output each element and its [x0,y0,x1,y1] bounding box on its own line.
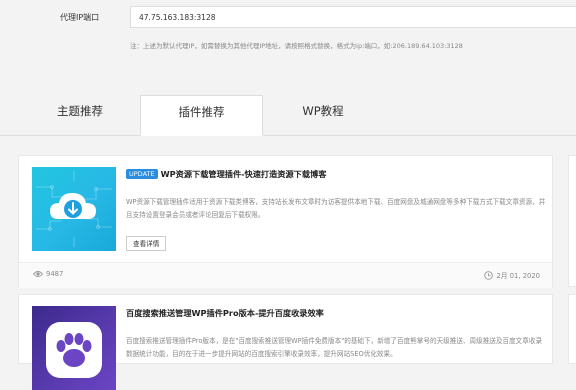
eye-icon [33,271,43,277]
card-description: 百度搜索推送管理插件Pro版本，是在"百度搜索推送管理WP插件免费版本"的基础下… [126,337,543,358]
plugin-card: UPDATE WP资源下载管理插件-快速打造资源下载博客 WP资源下载管理插件适用… [18,155,553,288]
paw-icon [46,322,102,378]
proxy-label: 代理IP端口 [60,13,100,22]
card-title-text[interactable]: WP资源下载管理插件-快速打造资源下载博客 [161,169,327,179]
proxy-input[interactable]: 47.75.163.183:3128 [130,6,576,28]
tab-theme[interactable]: 主题推荐 [45,95,115,135]
plugin-thumbnail[interactable] [32,306,116,390]
views-count: 9487 [33,270,63,278]
tab-plugins[interactable]: 插件推荐 [140,95,263,136]
plugin-thumbnail[interactable] [32,167,116,251]
card-title-text[interactable]: 百度搜索推送管理WP插件Pro版本-提升百度收录效率 [126,307,324,319]
card-footer: 9487 2月 01, 2020 [19,262,552,288]
card-title[interactable]: UPDATE WP资源下载管理插件-快速打造资源下载博客 [126,168,326,180]
proxy-note: 注：上述为默认代理IP，如需替换为其他代理IP地址，请按照格式替换，格式为ip:… [130,42,463,50]
next-card-edge [568,155,576,287]
cloud-download-icon [36,171,112,247]
views-value: 9487 [46,270,64,278]
update-badge: UPDATE [126,169,158,179]
card-description: WP资源下载管理插件适用于资源下载类博客，支持站长发布文章时为访客提供本地下载、… [126,198,546,219]
tab-wp-tutorials[interactable]: WP教程 [288,95,358,135]
post-date: 2月 01, 2020 [484,270,540,280]
next-card-edge-2 [568,294,576,364]
tab-bar: 主题推荐 插件推荐 WP教程 [0,95,576,136]
clock-icon [484,271,494,280]
view-details-button[interactable]: 查看详情 [126,236,167,251]
date-value: 2月 01, 2020 [496,272,540,280]
plugin-card: 百度搜索推送管理WP插件Pro版本-提升百度收录效率 百度搜索推送管理插件Pro… [18,294,553,390]
